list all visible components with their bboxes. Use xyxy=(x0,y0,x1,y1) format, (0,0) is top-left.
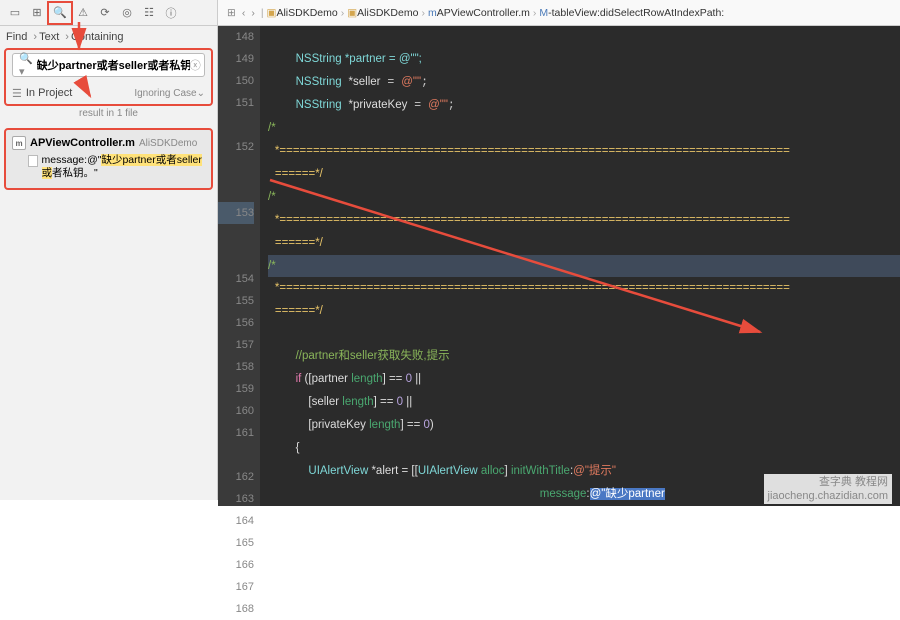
editor-topbar: ⊞ ‹ › | ▣ AliSDKDemo› ▣ AliSDKDemo› m AP… xyxy=(218,0,900,26)
breadcrumb[interactable]: APViewController.m xyxy=(437,7,530,19)
breadcrumb[interactable]: AliSDKDemo xyxy=(276,7,337,19)
warn-icon[interactable]: ⚠ xyxy=(72,3,94,23)
text-label[interactable]: Text xyxy=(39,31,59,43)
grid-icon[interactable]: ⊞ xyxy=(26,3,48,23)
code-editor[interactable]: NSString *partner = @""; NSString *selle… xyxy=(260,26,900,506)
find-mode-bar: Find› Text› Containing xyxy=(0,26,217,48)
editor-pane: ⊞ ‹ › | ▣ AliSDKDemo› ▣ AliSDKDemo› m AP… xyxy=(218,0,900,500)
result-count: result in 1 file xyxy=(0,106,217,124)
text-icon xyxy=(28,155,38,167)
search-row: 🔍▾ ⓧ xyxy=(12,53,205,77)
objc-file-icon: m xyxy=(428,7,437,19)
forward-icon[interactable]: › xyxy=(251,7,255,19)
code-comment: //partner和seller获取失败,提示 xyxy=(296,350,450,362)
ignoring-case-label[interactable]: Ignoring Case xyxy=(134,88,196,99)
clear-icon[interactable]: ⓧ xyxy=(190,57,201,73)
watermark: 查字典 教程网 jiaocheng.chazidian.com xyxy=(764,474,892,504)
result-box: m APViewController.m AliSDKDemo message:… xyxy=(4,128,213,190)
sidebar-toolbar: ▭ ⊞ 🔍 ⚠ ⟳ ◎ ☷ ⓘ xyxy=(0,0,217,26)
method-icon: M xyxy=(539,7,548,19)
debug-icon[interactable]: ☷ xyxy=(138,3,160,23)
match-text: message:@"缺少partner或者seller或者私钥。" xyxy=(42,154,205,180)
scope-icon: ☰ xyxy=(12,87,22,100)
info-icon[interactable]: ⓘ xyxy=(160,3,182,23)
project-name: AliSDKDemo xyxy=(139,138,197,149)
scope-label[interactable]: In Project xyxy=(26,87,72,99)
folder-icon: ▣ xyxy=(347,7,357,19)
search-glyph-icon: 🔍▾ xyxy=(19,52,33,78)
breadcrumb[interactable]: -tableView:didSelectRowAtIndexPath: xyxy=(548,7,724,19)
find-label[interactable]: Find xyxy=(6,31,27,43)
chevron-down-icon: ⌄ xyxy=(197,88,205,99)
code-line: NSString *partner = @""; xyxy=(296,53,422,65)
search-icon[interactable]: 🔍 xyxy=(49,3,71,23)
containing-label[interactable]: Containing xyxy=(71,31,124,43)
folder-icon[interactable]: ▭ xyxy=(4,3,26,23)
refresh-icon[interactable]: ⟳ xyxy=(94,3,116,23)
file-name: APViewController.m xyxy=(30,137,135,149)
search-input[interactable] xyxy=(37,59,190,71)
grid-icon[interactable]: ⊞ xyxy=(227,7,236,19)
back-icon[interactable]: ‹ xyxy=(242,7,246,19)
chevron-right-icon: › xyxy=(33,31,37,43)
chevron-right-icon: › xyxy=(65,31,69,43)
result-file-row[interactable]: m APViewController.m AliSDKDemo xyxy=(8,134,209,152)
folder-icon: ▣ xyxy=(267,7,277,19)
sidebar-panel: ▭ ⊞ 🔍 ⚠ ⟳ ◎ ☷ ⓘ Find› Text› Containing 🔍… xyxy=(0,0,218,500)
result-match-row[interactable]: message:@"缺少partner或者seller或者私钥。" xyxy=(8,152,209,182)
breadcrumb[interactable]: AliSDKDemo xyxy=(357,7,418,19)
search-scope: ☰ In Project Ignoring Case⌄ xyxy=(6,82,211,104)
search-highlight-box: 🔍▾ ⓧ ☰ In Project Ignoring Case⌄ xyxy=(4,48,213,106)
objc-file-icon: m xyxy=(12,136,26,150)
line-gutter: 148149150151 152 153 1541551561571581591… xyxy=(218,26,260,506)
target-icon[interactable]: ◎ xyxy=(116,3,138,23)
